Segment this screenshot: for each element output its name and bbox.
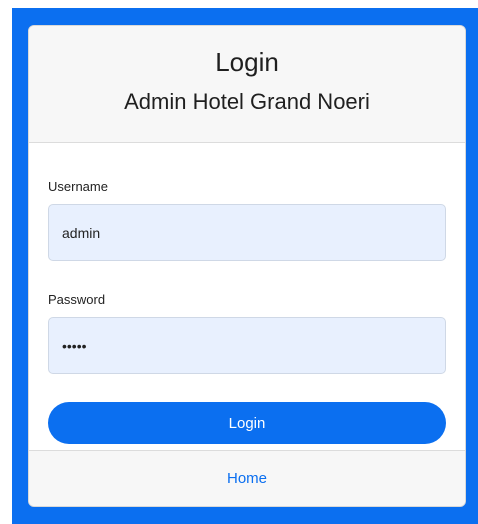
username-input[interactable] <box>48 204 446 261</box>
home-link[interactable]: Home <box>227 470 267 487</box>
login-card: Login Admin Hotel Grand Noeri Username P… <box>28 25 466 507</box>
login-button[interactable]: Login <box>48 402 446 444</box>
hotel-name-subtitle: Admin Hotel Grand Noeri <box>124 89 370 114</box>
password-input[interactable] <box>48 317 446 374</box>
password-group: Password <box>48 291 446 374</box>
username-group: Username <box>48 178 446 261</box>
password-label: Password <box>48 292 106 307</box>
card-footer: Home <box>29 450 465 506</box>
page-title: Login <box>215 47 279 77</box>
login-form: Username Password Login <box>29 143 465 453</box>
card-header: Login Admin Hotel Grand Noeri <box>29 26 465 143</box>
username-label: Username <box>48 179 108 194</box>
